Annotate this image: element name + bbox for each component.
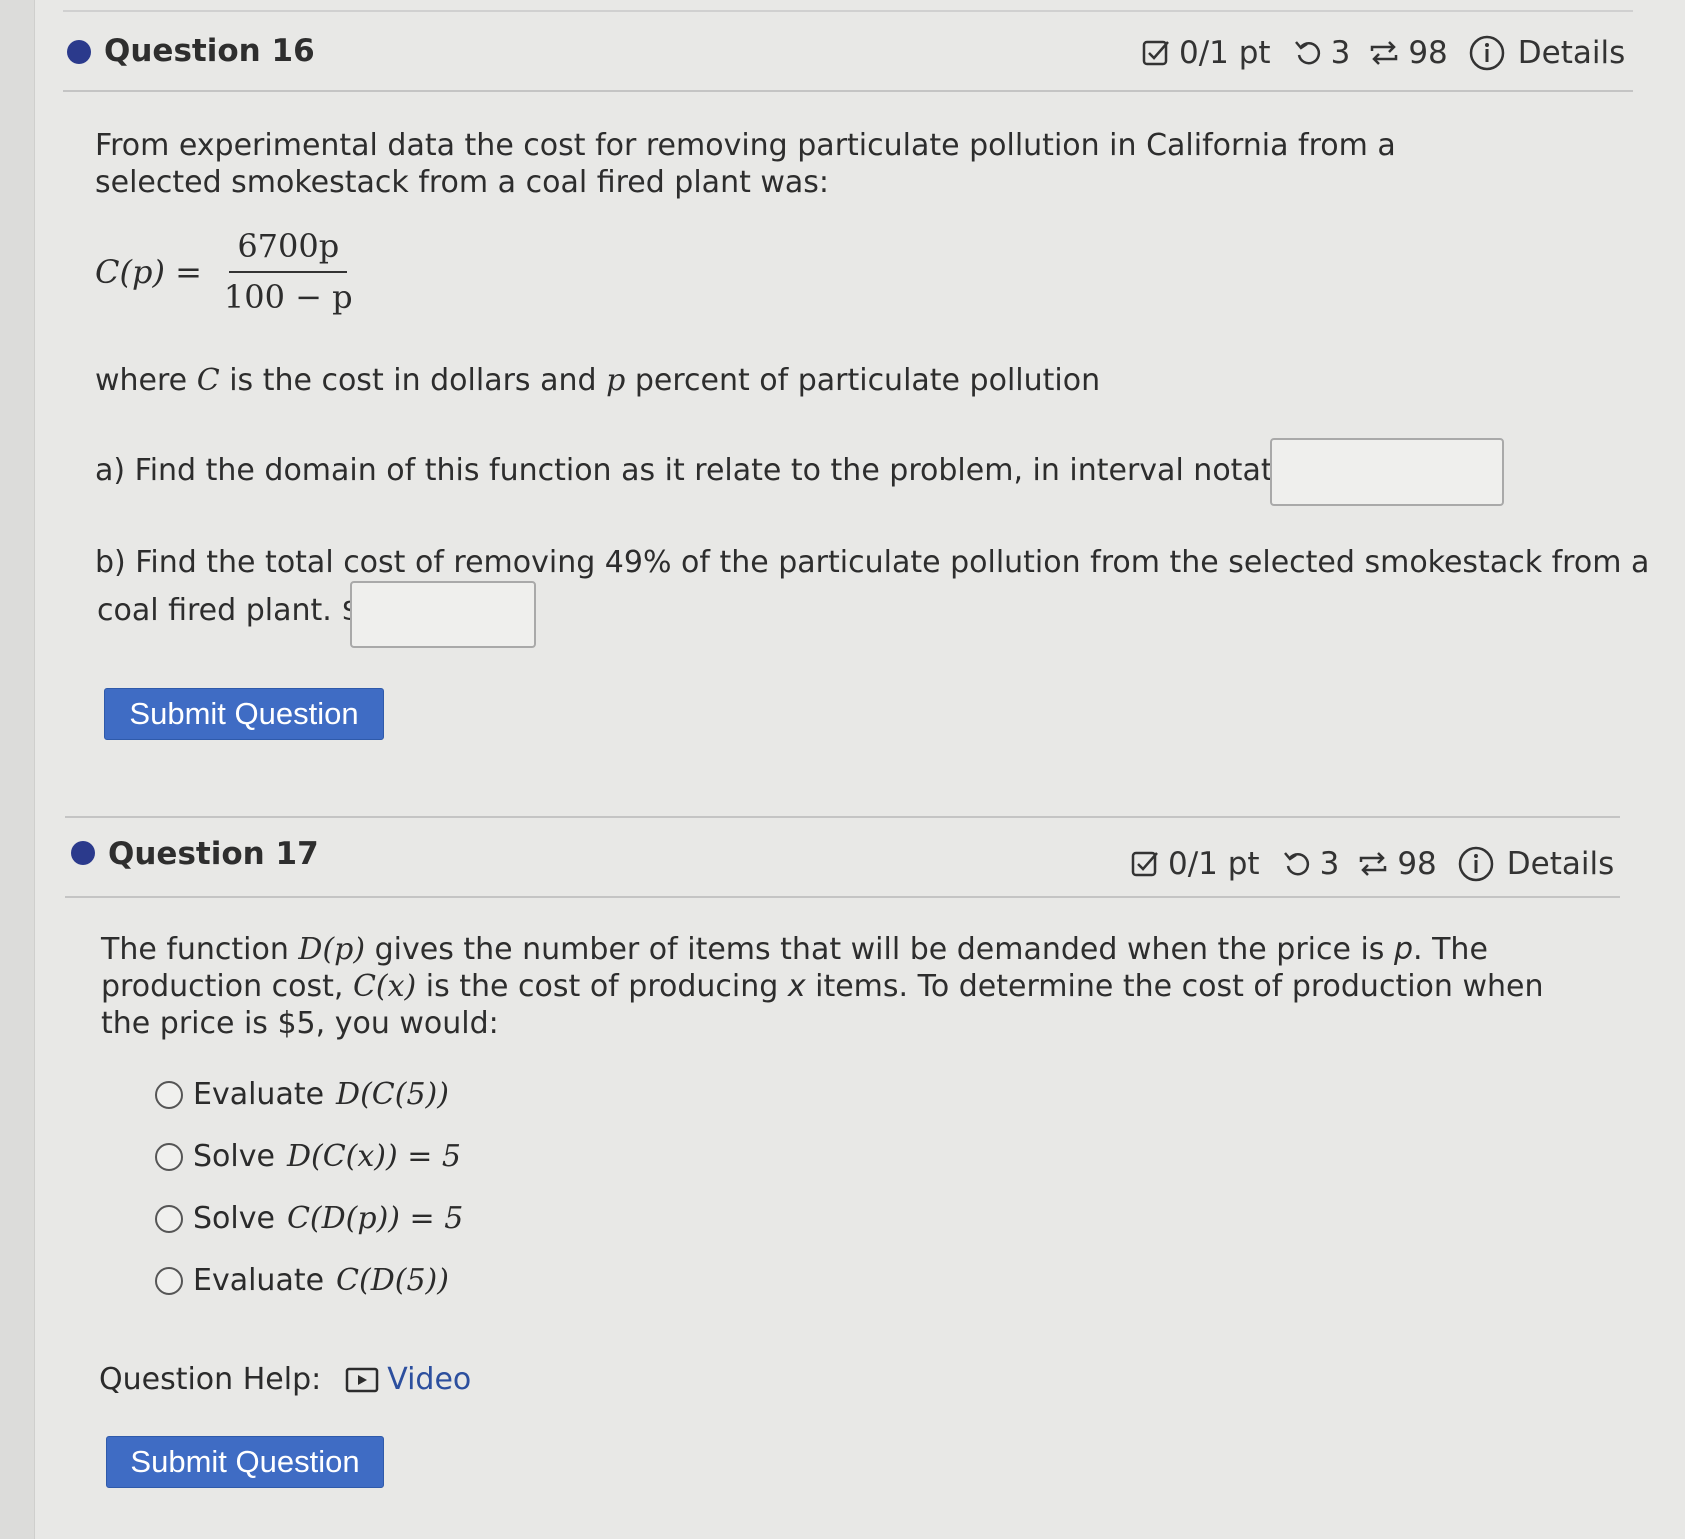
checkbox-icon — [1141, 38, 1171, 68]
option-word: Solve — [193, 1201, 275, 1236]
question-title: Question 16 — [104, 33, 315, 69]
video-icon — [345, 1367, 379, 1393]
section-divider — [65, 816, 1620, 818]
part-b-text: b) Find the total cost of removing 49% o… — [95, 545, 1650, 580]
question-body: The function D(p) gives the number of it… — [101, 931, 1581, 1042]
part-a-text: a) Find the domain of this function as i… — [95, 453, 1328, 488]
option-1[interactable]: Evaluate D(C(5)) — [155, 1077, 449, 1112]
option-expression: C(D(5)) — [336, 1263, 449, 1298]
cost-formula: C(p) = 6700p 100 − p — [95, 228, 361, 316]
video-link[interactable]: Video — [345, 1362, 471, 1397]
details-link[interactable]: Details — [1507, 846, 1614, 882]
option-word: Evaluate — [193, 1263, 325, 1298]
body-var-x: x — [787, 969, 806, 1004]
formula-fraction: 6700p 100 − p — [216, 228, 361, 316]
checkbox-icon — [1130, 849, 1160, 879]
radio-button[interactable] — [155, 1142, 183, 1171]
option-expression: D(C(x)) = 5 — [286, 1139, 461, 1174]
attempts-count: 98 — [1397, 846, 1437, 882]
option-expression: D(C(5)) — [336, 1077, 449, 1112]
option-word: Evaluate — [193, 1077, 325, 1112]
info-icon[interactable] — [1457, 845, 1495, 883]
score-text: 0/1 pt — [1168, 846, 1260, 882]
submit-question-button[interactable]: Submit Question — [106, 1436, 384, 1488]
retry-icon — [1282, 849, 1312, 879]
submit-question-button[interactable]: Submit Question — [104, 688, 384, 740]
question-intro: From experimental data the cost for remo… — [95, 128, 1396, 200]
retries-count: 3 — [1319, 846, 1340, 882]
radio-button[interactable] — [155, 1204, 183, 1233]
body-var-p: p — [1393, 932, 1414, 967]
header-divider — [65, 896, 1620, 898]
formula-numerator: 6700p — [229, 228, 348, 273]
body-text-1: The function — [101, 932, 299, 967]
left-edge-strip — [0, 0, 35, 1539]
radio-button[interactable] — [155, 1266, 183, 1295]
question-bullet — [67, 40, 91, 64]
body-text-2: gives the number of items that will be d… — [365, 932, 1394, 967]
details-link[interactable]: Details — [1518, 35, 1625, 71]
where-post: percent of particulate pollution — [625, 363, 1101, 398]
question-help: Question Help: Video — [99, 1362, 471, 1397]
where-pre: where — [95, 363, 197, 398]
formula-lhs: C(p) = — [95, 252, 202, 291]
question-help-label: Question Help: — [99, 1362, 322, 1397]
option-2[interactable]: Solve D(C(x)) = 5 — [155, 1139, 461, 1174]
question-bullet — [71, 841, 95, 865]
option-word: Solve — [193, 1139, 275, 1174]
option-3[interactable]: Solve C(D(p)) = 5 — [155, 1201, 463, 1236]
question-title: Question 17 — [108, 836, 319, 872]
where-text: where C is the cost in dollars and p per… — [95, 362, 1100, 399]
info-icon[interactable] — [1468, 34, 1506, 72]
body-text-4: is the cost of producing — [416, 969, 788, 1004]
where-var-c: C — [196, 363, 220, 398]
formula-denominator: 100 − p — [223, 278, 353, 316]
score-text: 0/1 pt — [1179, 35, 1271, 71]
header-divider — [63, 90, 1633, 92]
where-mid: is the cost in dollars and — [219, 363, 607, 398]
domain-answer-input[interactable] — [1270, 438, 1504, 506]
attempts-icon — [1368, 38, 1400, 68]
cost-answer-input[interactable] — [350, 581, 536, 648]
question-meta: 0/1 pt 3 98 Details — [1141, 34, 1625, 72]
option-4[interactable]: Evaluate C(D(5)) — [155, 1263, 449, 1298]
retry-icon — [1293, 38, 1323, 68]
body-math-dp: D(p) — [298, 932, 366, 967]
option-expression: C(D(p)) = 5 — [286, 1201, 464, 1236]
radio-button[interactable] — [155, 1080, 183, 1109]
where-var-p: p — [606, 363, 626, 398]
top-divider — [63, 10, 1633, 12]
video-label[interactable]: Video — [387, 1362, 471, 1397]
body-math-cx: C(x) — [352, 969, 417, 1004]
retries-count: 3 — [1330, 35, 1351, 71]
attempts-icon — [1357, 849, 1389, 879]
question-meta: 0/1 pt 3 98 Details — [1130, 845, 1614, 883]
part-b-text-line2: coal fired plant. $ — [97, 593, 361, 628]
attempts-count: 98 — [1408, 35, 1448, 71]
